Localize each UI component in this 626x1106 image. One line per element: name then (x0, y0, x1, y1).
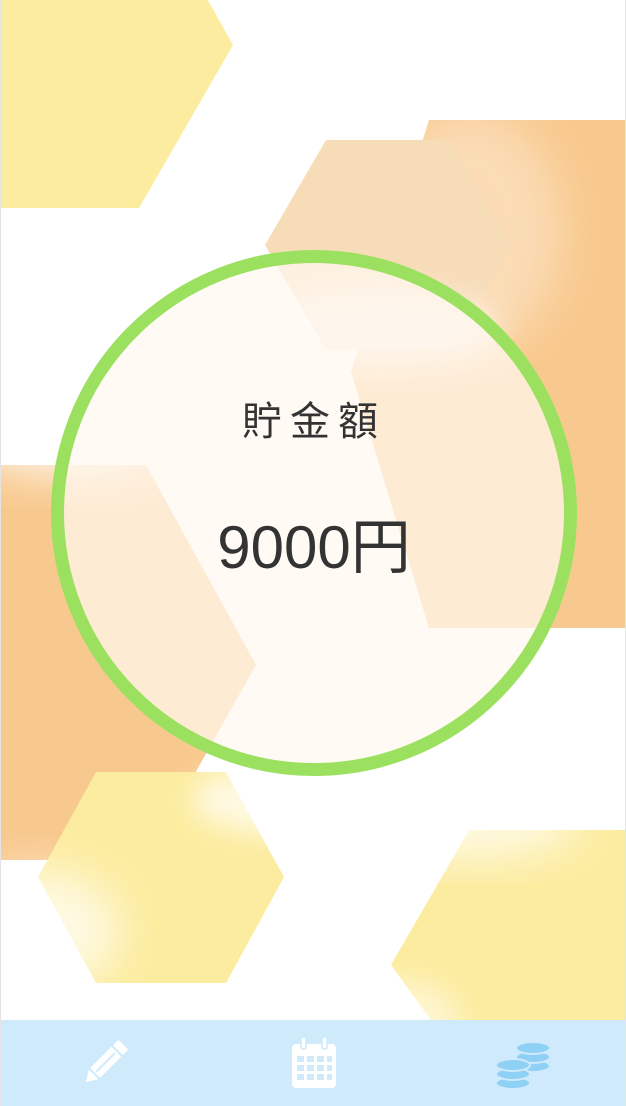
tab-bar (1, 1020, 625, 1106)
tab-input[interactable] (45, 1020, 165, 1106)
coins-icon (494, 1041, 551, 1090)
calendar-icon (291, 1036, 336, 1088)
savings-circle: 貯金額 9000円 (51, 250, 577, 776)
savings-amount: 9000円 (217, 514, 411, 581)
tab-calendar[interactable] (254, 1020, 374, 1106)
tab-savings[interactable] (463, 1020, 583, 1106)
savings-label: 貯金額 (242, 399, 386, 445)
savings-screen: 貯金額 9000円 (0, 0, 626, 1106)
hexagon-shape (1, 0, 233, 208)
pencil-icon (86, 1040, 128, 1083)
